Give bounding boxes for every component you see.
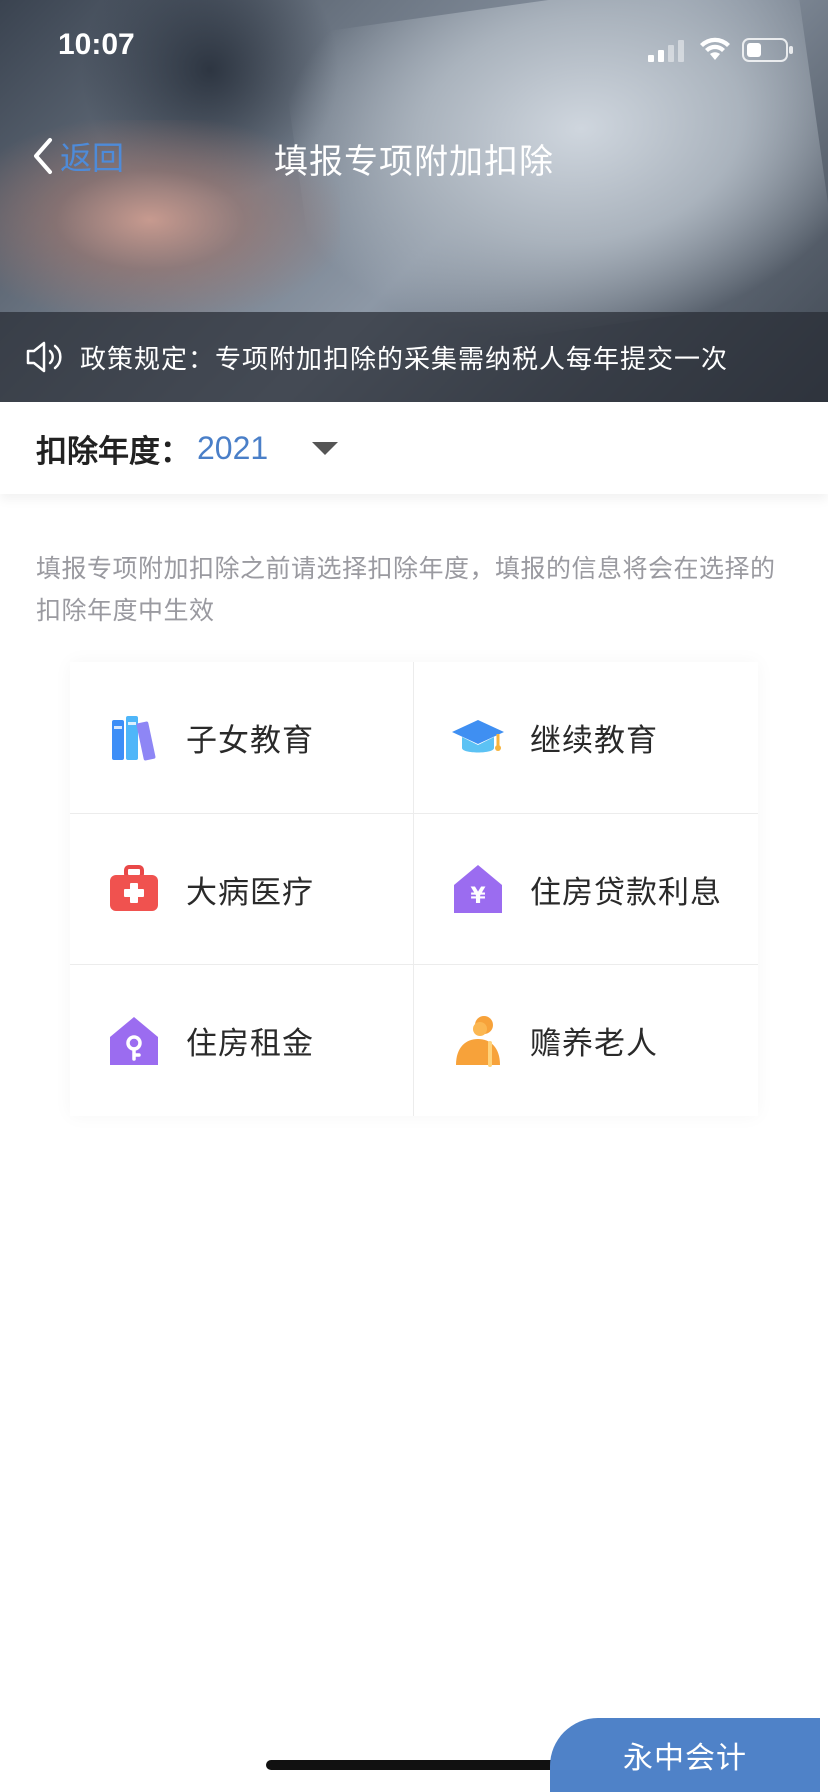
category-label: 大病医疗 (186, 874, 314, 911)
year-label: 扣除年度： (36, 433, 191, 470)
category-housing-loan-interest[interactable]: ¥ 住房贷款利息 (414, 814, 758, 965)
battery-icon (742, 38, 793, 62)
category-label: 赡养老人 (530, 1026, 658, 1062)
navigation-bar: 返回 填报专项附加扣除 (0, 120, 828, 190)
wifi-icon (700, 37, 730, 60)
status-time: 10:07 (58, 28, 135, 61)
category-children-education[interactable]: 子女教育 (70, 662, 414, 814)
caret-down-icon[interactable] (312, 441, 339, 455)
hint-text: 填报专项附加扣除之前请选择扣除年度，填报的信息将会在选择的扣除年度中生效 (36, 554, 776, 625)
deduction-category-grid: 子女教育 继续教育 大病医疗 ¥ 住房贷款利息 住房租金 赡养老人 (70, 662, 758, 1116)
category-label: 继续教育 (530, 723, 658, 759)
category-elderly-support[interactable]: 赡养老人 (414, 965, 758, 1116)
svg-text:¥: ¥ (470, 884, 486, 909)
year-value[interactable]: 2021 (197, 430, 268, 467)
house-key-icon (110, 1016, 158, 1065)
cellular-signal-icon (648, 40, 684, 62)
graduation-cap-icon (452, 719, 504, 752)
status-bar: 10:07 (0, 0, 828, 100)
medical-kit-icon (110, 865, 158, 911)
elderly-person-icon (456, 1015, 500, 1067)
policy-notice-banner: 政策规定：专项附加扣除的采集需纳税人每年提交一次 (0, 312, 828, 402)
category-continuing-education[interactable]: 继续教育 (414, 662, 758, 814)
page-title: 填报专项附加扣除 (274, 142, 554, 182)
category-serious-illness-medical[interactable]: 大病医疗 (70, 814, 414, 965)
category-label: 子女教育 (186, 723, 314, 759)
policy-notice-text: 政策规定：专项附加扣除的采集需纳税人每年提交一次 (80, 344, 729, 375)
books-icon (112, 715, 156, 760)
category-label: 住房贷款利息 (530, 874, 722, 911)
watermark-badge: 永中会计 (550, 1718, 820, 1792)
speaker-icon (26, 341, 62, 373)
category-label: 住房租金 (186, 1026, 314, 1062)
home-indicator[interactable] (266, 1760, 562, 1770)
house-yuan-icon: ¥ (454, 865, 502, 913)
deduction-year-selector[interactable]: 扣除年度： 2021 (0, 402, 828, 494)
category-housing-rent[interactable]: 住房租金 (70, 965, 414, 1116)
